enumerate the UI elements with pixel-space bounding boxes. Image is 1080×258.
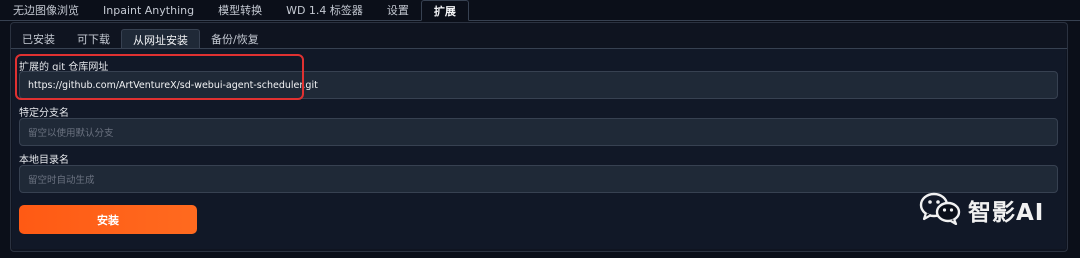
wechat-icon <box>919 191 961 229</box>
tab-wd14-tagger[interactable]: WD 1.4 标签器 <box>274 0 375 20</box>
tab-image-browser[interactable]: 无边图像浏览 <box>0 0 91 20</box>
branch-name-label: 特定分支名 <box>19 108 69 119</box>
watermark-text: 智影AI <box>968 200 1045 226</box>
install-button[interactable]: 安装 <box>19 205 197 234</box>
local-dir-input[interactable]: 留空时自动生成 <box>19 165 1058 193</box>
tab-inpaint-anything[interactable]: Inpaint Anything <box>91 0 206 20</box>
tab-install-from-url[interactable]: 从网址安装 <box>121 29 200 49</box>
tab-extensions[interactable]: 扩展 <box>420 0 469 21</box>
tab-model-converter[interactable]: 模型转换 <box>206 0 274 20</box>
extensions-sub-tab-bar: 已安装 可下载 从网址安装 备份/恢复 <box>11 29 270 49</box>
tab-available[interactable]: 可下载 <box>66 29 121 49</box>
annotation-highlight-box <box>15 54 304 100</box>
local-dir-label: 本地目录名 <box>19 155 69 166</box>
tab-backup-restore[interactable]: 备份/恢复 <box>200 29 270 49</box>
tab-settings[interactable]: 设置 <box>375 0 421 20</box>
tab-installed[interactable]: 已安装 <box>11 29 66 49</box>
branch-name-input[interactable]: 留空以使用默认分支 <box>19 118 1058 146</box>
main-tab-bar: 无边图像浏览 Inpaint Anything 模型转换 WD 1.4 标签器 … <box>0 0 1080 21</box>
watermark: 智影AI <box>919 190 1044 230</box>
